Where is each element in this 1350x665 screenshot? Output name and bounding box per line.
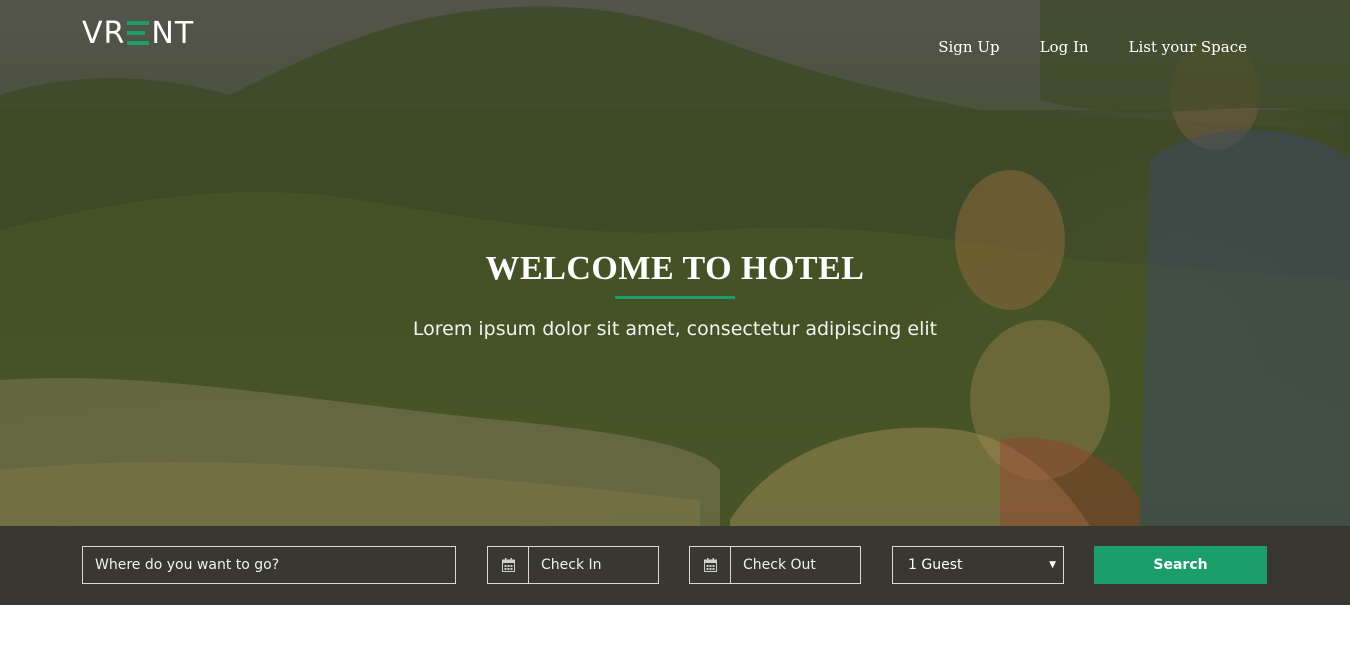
logo-text-left: VR [82,15,126,51]
check-in-field [487,546,659,584]
logo-e-mark-icon [127,21,150,45]
destination-input[interactable] [83,547,455,583]
hero-title-divider [615,296,735,299]
check-in-input[interactable] [529,547,658,583]
nav-log-in-link[interactable]: Log In [1040,38,1089,56]
calendar-icon[interactable] [690,547,731,583]
hero-title: WELCOME TO HOTEL [485,250,865,287]
hero-background-image [0,0,1350,605]
check-out-input[interactable] [731,547,860,583]
calendar-icon[interactable] [488,547,529,583]
check-out-field [689,546,861,584]
hero-banner: VR NT Sign Up Log In List your Space WEL… [0,0,1350,605]
hero-subtitle: Lorem ipsum dolor sit amet, consectetur … [412,318,938,340]
caret-down-icon: ▼ [1049,560,1056,570]
brand-logo[interactable]: VR NT [82,15,195,51]
guests-select[interactable]: 1 Guest ▼ [892,546,1064,584]
logo-text-right: NT [151,15,195,51]
guests-selected-value: 1 Guest [908,557,963,573]
destination-field [82,546,456,584]
search-button[interactable]: Search [1094,546,1267,584]
top-nav: Sign Up Log In List your Space [938,38,1247,56]
page-content-area [0,605,1350,665]
search-bar: 1 Guest ▼ Search [0,526,1350,605]
nav-list-space-link[interactable]: List your Space [1129,38,1247,56]
nav-sign-up-link[interactable]: Sign Up [938,38,999,56]
